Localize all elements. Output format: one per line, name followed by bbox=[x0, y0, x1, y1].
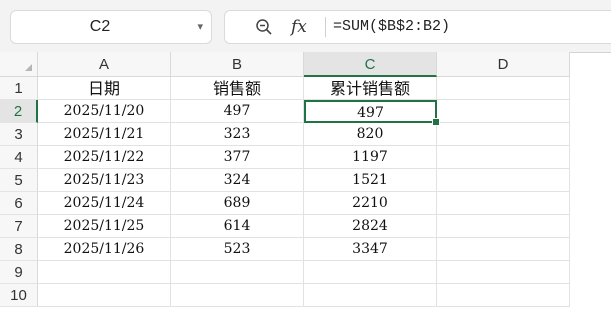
cell-a10[interactable] bbox=[38, 284, 171, 307]
cell-d10[interactable] bbox=[437, 284, 570, 307]
cell-a7[interactable]: 2025/11/25 bbox=[38, 215, 171, 238]
cell-a6[interactable]: 2025/11/24 bbox=[38, 192, 171, 215]
cell-d1[interactable] bbox=[437, 77, 570, 100]
row-header-7[interactable]: 7 bbox=[0, 215, 38, 238]
cell-b4[interactable]: 377 bbox=[171, 146, 304, 169]
cell-a3[interactable]: 2025/11/21 bbox=[38, 123, 171, 146]
name-box[interactable]: C2 ▾ bbox=[10, 10, 212, 44]
cell-b7[interactable]: 614 bbox=[171, 215, 304, 238]
fx-icon[interactable]: fx bbox=[291, 14, 307, 40]
cell-a8[interactable]: 2025/11/26 bbox=[38, 238, 171, 261]
fill-handle[interactable] bbox=[432, 118, 440, 126]
cell-b6[interactable]: 689 bbox=[171, 192, 304, 215]
row-header-8[interactable]: 8 bbox=[0, 238, 38, 261]
column-header-a[interactable]: A bbox=[38, 52, 171, 77]
row-header-6[interactable]: 6 bbox=[0, 192, 38, 215]
cell-c10[interactable] bbox=[304, 284, 437, 307]
cell-b9[interactable] bbox=[171, 261, 304, 284]
cell-d9[interactable] bbox=[437, 261, 570, 284]
column-header-c[interactable]: C bbox=[304, 52, 437, 77]
cell-d4[interactable] bbox=[437, 146, 570, 169]
cell-c3[interactable]: 820 bbox=[304, 123, 437, 146]
row-header-2[interactable]: 2 bbox=[0, 100, 38, 123]
cell-a4[interactable]: 2025/11/22 bbox=[38, 146, 171, 169]
cell-d2[interactable] bbox=[437, 100, 570, 123]
row-header-3[interactable]: 3 bbox=[0, 123, 38, 146]
cell-d5[interactable] bbox=[437, 169, 570, 192]
row-header-5[interactable]: 5 bbox=[0, 169, 38, 192]
cell-d8[interactable] bbox=[437, 238, 570, 261]
row-header-10[interactable]: 10 bbox=[0, 284, 38, 307]
row-header-4[interactable]: 4 bbox=[0, 146, 38, 169]
cell-a2[interactable]: 2025/11/20 bbox=[38, 100, 171, 123]
select-all-corner[interactable] bbox=[0, 52, 38, 77]
chevron-down-icon[interactable]: ▾ bbox=[197, 11, 203, 43]
column-header-d[interactable]: D bbox=[437, 52, 570, 77]
cell-b5[interactable]: 324 bbox=[171, 169, 304, 192]
formula-bar-divider bbox=[325, 17, 326, 37]
cell-c5[interactable]: 1521 bbox=[304, 169, 437, 192]
cell-c9[interactable] bbox=[304, 261, 437, 284]
name-box-value: C2 bbox=[89, 18, 111, 35]
cell-d6[interactable] bbox=[437, 192, 570, 215]
cell-c4[interactable]: 1197 bbox=[304, 146, 437, 169]
cell-a5[interactable]: 2025/11/23 bbox=[38, 169, 171, 192]
cell-a9[interactable] bbox=[38, 261, 171, 284]
cell-d3[interactable] bbox=[437, 123, 570, 146]
cell-c2[interactable]: 497 bbox=[304, 100, 437, 123]
cell-d7[interactable] bbox=[437, 215, 570, 238]
row-header-9[interactable]: 9 bbox=[0, 261, 38, 284]
cell-c7[interactable]: 2824 bbox=[304, 215, 437, 238]
cell-b2[interactable]: 497 bbox=[171, 100, 304, 123]
cell-b8[interactable]: 523 bbox=[171, 238, 304, 261]
row-header-1[interactable]: 1 bbox=[0, 77, 38, 100]
zoom-formula-icon[interactable] bbox=[255, 18, 273, 36]
column-header-b[interactable]: B bbox=[171, 52, 304, 77]
cell-b10[interactable] bbox=[171, 284, 304, 307]
formula-bar[interactable]: fx =SUM($B$2:B2) bbox=[224, 10, 611, 44]
formula-input[interactable]: =SUM($B$2:B2) bbox=[333, 11, 450, 43]
cell-c6[interactable]: 2210 bbox=[304, 192, 437, 215]
cell-b1[interactable]: 销售额 bbox=[171, 77, 304, 100]
cell-b3[interactable]: 323 bbox=[171, 123, 304, 146]
cell-c1[interactable]: 累计销售额 bbox=[304, 77, 437, 100]
cell-a1[interactable]: 日期 bbox=[38, 77, 171, 100]
cell-c8[interactable]: 3347 bbox=[304, 238, 437, 261]
